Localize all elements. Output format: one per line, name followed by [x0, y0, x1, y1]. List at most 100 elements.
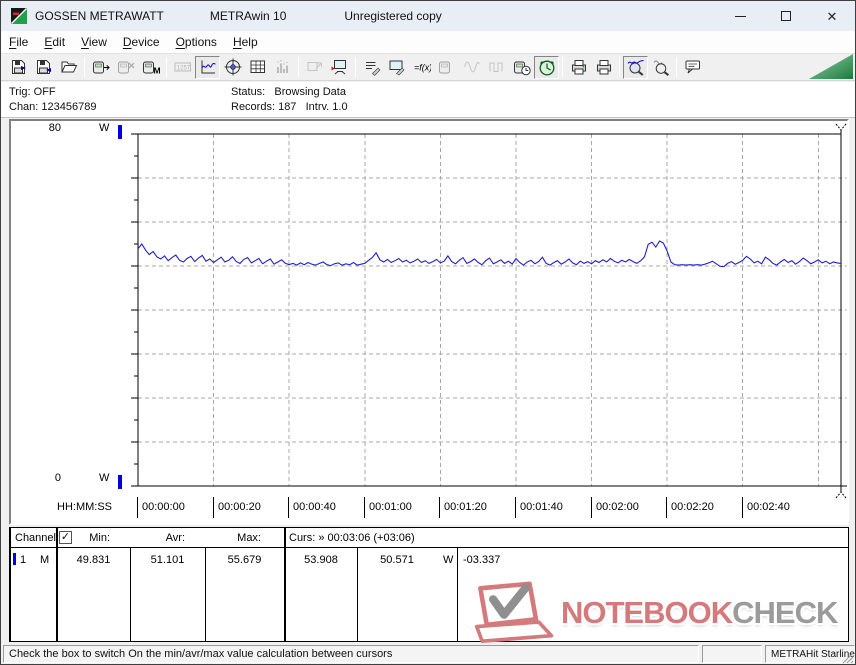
- menu-file[interactable]: File: [1, 32, 36, 52]
- table-view-button[interactable]: [245, 56, 270, 79]
- header-max: Max:: [205, 532, 261, 544]
- svg-text:1257: 1257: [176, 66, 190, 72]
- export-window-button: [302, 56, 327, 79]
- x-axis-tick-label: 00:02:00: [591, 497, 639, 518]
- print-preview-button[interactable]: [566, 56, 591, 79]
- toolbar: M 1257 =f(x): [1, 53, 855, 81]
- device-config-list-button[interactable]: [359, 56, 384, 79]
- annotations-button[interactable]: [680, 56, 705, 79]
- header-avr: Avr:: [130, 532, 185, 544]
- zoom-curve-mode-button[interactable]: [623, 56, 648, 79]
- window-controls: ✕: [717, 1, 855, 31]
- channel-list: Chan: 123456789: [9, 101, 96, 113]
- svg-text:=f(x): =f(x): [414, 63, 431, 73]
- x-axis-tick-label: 00:01:00: [364, 497, 412, 518]
- minimize-button[interactable]: [717, 1, 763, 31]
- annotations-icon: [684, 58, 702, 76]
- zoom-out-button[interactable]: [648, 56, 673, 79]
- transfer-monitor-icon: [331, 58, 349, 76]
- table-view-icon: [249, 58, 267, 76]
- numeric-display-button: 1257: [170, 56, 195, 79]
- measurement-info-strip: Trig: OFF Chan: 123456789 Status: Browsi…: [1, 82, 855, 118]
- open-file-icon: [60, 58, 78, 76]
- device-memory-icon: M: [142, 58, 160, 76]
- close-button[interactable]: ✕: [809, 1, 855, 31]
- pulse-recording-button: [484, 56, 509, 79]
- numeric-display-icon: 1257: [174, 58, 192, 76]
- save-data-icon: [35, 58, 53, 76]
- column-divider: [457, 548, 458, 641]
- channel-row-marker: [13, 553, 16, 565]
- interval-timer-button[interactable]: [534, 56, 559, 79]
- maximize-icon: [781, 11, 791, 21]
- y-axis-max-label: 80: [33, 122, 61, 134]
- svg-text:M: M: [153, 66, 160, 76]
- device-memory-button[interactable]: M: [138, 56, 163, 79]
- device-config-monitor-button[interactable]: [384, 56, 409, 79]
- device-config-monitor-icon: [388, 58, 406, 76]
- cell-unit: W: [443, 554, 453, 566]
- resize-grip[interactable]: [841, 651, 854, 664]
- formula-editor-button[interactable]: =f(x): [409, 56, 434, 79]
- disconnect-device-button: [113, 56, 138, 79]
- open-stored-data-icon: [10, 58, 28, 76]
- column-divider: [284, 528, 286, 641]
- curve-chart-view-icon: [199, 58, 217, 76]
- save-data-button[interactable]: [31, 56, 56, 79]
- toolbar-separator: [676, 57, 677, 77]
- y-axis-unit-bottom: W: [99, 472, 109, 484]
- menu-help[interactable]: Help: [225, 32, 266, 52]
- print-icon: [595, 58, 613, 76]
- menu-edit[interactable]: Edit: [36, 32, 73, 52]
- menu-view[interactable]: View: [73, 32, 115, 52]
- read-device-icon: [92, 58, 110, 76]
- title-license-status: Unregistered copy: [344, 9, 441, 23]
- maximize-button[interactable]: [763, 1, 809, 31]
- close-icon: ✕: [827, 10, 838, 23]
- statusbar-empty-pane: [702, 645, 762, 663]
- open-stored-data-button[interactable]: [6, 56, 31, 79]
- trigger-status: Trig: OFF: [9, 86, 56, 98]
- toolbar-separator: [562, 57, 563, 77]
- formula-editor-icon: =f(x): [413, 58, 431, 76]
- x-axis-tick-label: 00:00:00: [137, 497, 185, 518]
- title-app-name: METRAwin 10: [210, 9, 286, 23]
- cell-cursor2: 50.571: [357, 554, 437, 566]
- cell-cursor1: 53.908: [285, 554, 357, 566]
- read-device-button[interactable]: [88, 56, 113, 79]
- x-axis-tick-label: 00:01:20: [439, 497, 487, 518]
- print-button[interactable]: [591, 56, 616, 79]
- toolbar-separator: [355, 57, 356, 77]
- transfer-monitor-button[interactable]: [327, 56, 352, 79]
- zoom-out-icon: [652, 58, 670, 76]
- menu-options[interactable]: Options: [168, 32, 225, 52]
- timed-measurement-button[interactable]: [509, 56, 534, 79]
- cursor-handle-top[interactable]: [836, 124, 846, 130]
- curve-chart-view-button[interactable]: [195, 56, 220, 79]
- header-cursor: Curs: » 00:03:06 (+03:06): [289, 532, 415, 544]
- toolbar-separator: [84, 57, 85, 77]
- x-axis-tick-label: 00:02:40: [742, 497, 790, 518]
- app-logo-icon: [11, 8, 27, 24]
- y-axis-unit-top: W: [99, 122, 109, 134]
- status-indicator-triangle-icon: [809, 54, 853, 79]
- status-bar: Check the box to switch On the min/avr/m…: [1, 643, 855, 665]
- print-preview-icon: [570, 58, 588, 76]
- statusbar-hint: Check the box to switch On the min/avr/m…: [3, 645, 699, 663]
- open-file-button[interactable]: [56, 56, 81, 79]
- channel-color-marker-bottom: [118, 475, 122, 489]
- cell-min: 49.831: [57, 554, 130, 566]
- chart-panel[interactable]: 80 W 0 W HH:MM:SS 00:00:0000:00:2000:00:…: [9, 119, 849, 525]
- histogram-view-button: [270, 56, 295, 79]
- disconnect-device-icon: [117, 58, 135, 76]
- menu-device[interactable]: Device: [115, 32, 168, 52]
- app-window: GOSSEN METRAWATT METRAwin 10 Unregistere…: [0, 0, 856, 665]
- column-divider: [56, 528, 58, 641]
- cursor-handle-bottom[interactable]: [836, 492, 846, 498]
- export-window-icon: [306, 58, 324, 76]
- scope-view-button[interactable]: [220, 56, 245, 79]
- sine-recording-button: [459, 56, 484, 79]
- power-chart[interactable]: [11, 121, 847, 523]
- cell-delta: -03.337: [463, 554, 500, 566]
- records-info: Records: 187 Intrv. 1.0: [231, 101, 348, 113]
